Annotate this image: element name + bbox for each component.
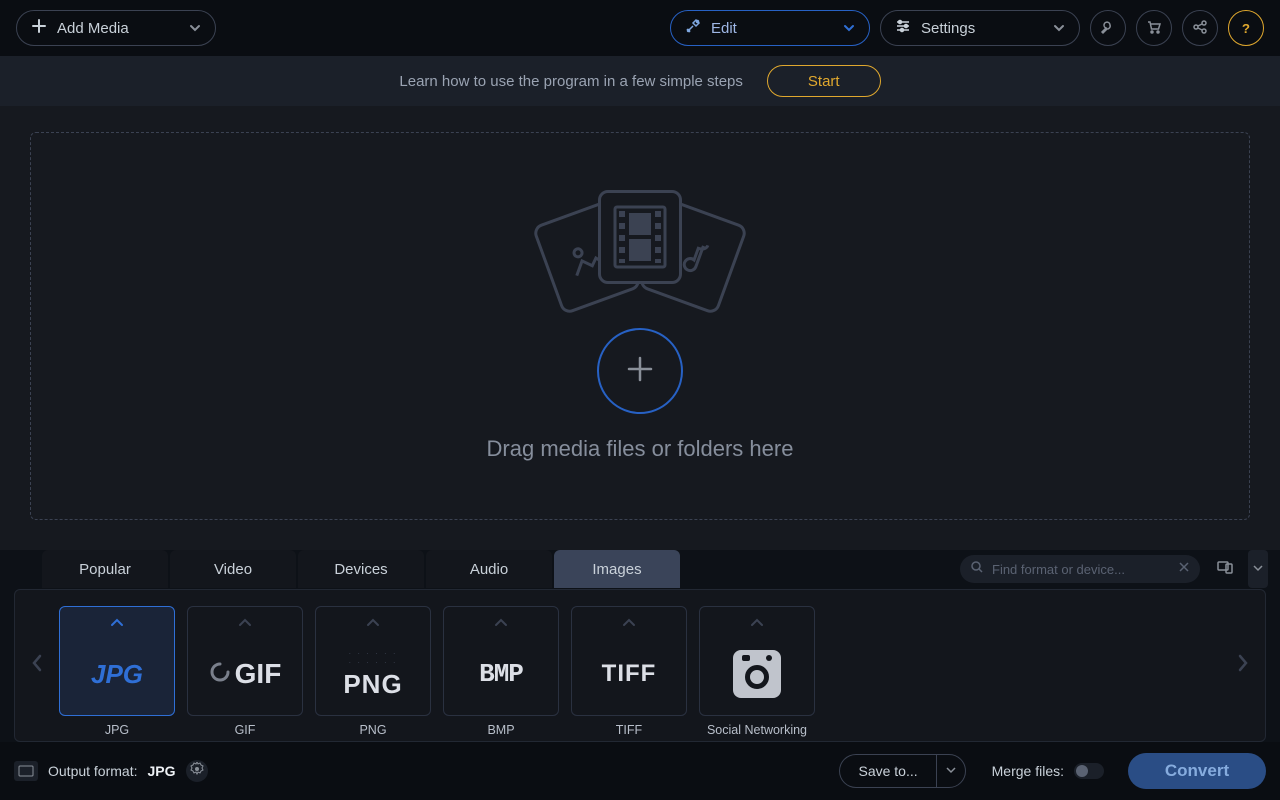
scroll-left-button[interactable] bbox=[25, 616, 49, 716]
category-tabs: Popular Video Devices Audio Images bbox=[0, 550, 1280, 588]
wrench-icon bbox=[1100, 19, 1116, 38]
topbar: Add Media Edit bbox=[0, 0, 1280, 56]
tab-audio[interactable]: Audio bbox=[426, 550, 552, 588]
tools-button[interactable] bbox=[1090, 10, 1126, 46]
format-label: GIF bbox=[235, 723, 256, 737]
png-logo: PNG bbox=[343, 669, 402, 700]
chevron-down-icon bbox=[1053, 22, 1065, 34]
chevron-down-icon bbox=[843, 22, 855, 34]
add-files-button[interactable] bbox=[597, 328, 683, 414]
tutorial-banner: Learn how to use the program in a few si… bbox=[0, 56, 1280, 106]
add-media-button[interactable]: Add Media bbox=[16, 10, 216, 46]
edit-button[interactable]: Edit bbox=[670, 10, 870, 46]
format-cards-area: JPG JPG GIF GIF bbox=[14, 589, 1266, 742]
format-panel: Popular Video Devices Audio Images bbox=[0, 550, 1280, 800]
cart-button[interactable] bbox=[1136, 10, 1172, 46]
format-search[interactable] bbox=[960, 555, 1200, 583]
chevron-up-icon bbox=[494, 615, 508, 633]
camera-icon bbox=[733, 650, 781, 698]
device-icon bbox=[1216, 558, 1234, 581]
save-to-dropdown-button[interactable] bbox=[936, 754, 966, 788]
chevron-up-icon bbox=[622, 615, 636, 633]
banner-text: Learn how to use the program in a few si… bbox=[399, 73, 743, 90]
tab-popular[interactable]: Popular bbox=[42, 550, 168, 588]
gear-icon bbox=[190, 762, 204, 781]
spinner-icon bbox=[209, 661, 231, 688]
output-format-value: JPG bbox=[147, 763, 175, 779]
format-label: TIFF bbox=[616, 723, 642, 737]
help-icon: ? bbox=[1242, 21, 1250, 36]
collapse-panel-button[interactable] bbox=[1248, 550, 1268, 588]
start-tutorial-button[interactable]: Start bbox=[767, 65, 881, 97]
gif-logo: GIF bbox=[235, 658, 282, 690]
settings-button[interactable]: Settings bbox=[880, 10, 1080, 46]
save-to-button[interactable]: Save to... bbox=[839, 754, 935, 788]
share-button[interactable] bbox=[1182, 10, 1218, 46]
chevron-left-icon bbox=[30, 653, 44, 678]
wrench-icon bbox=[685, 18, 701, 38]
cart-icon bbox=[1146, 19, 1162, 38]
merge-files-label: Merge files: bbox=[992, 763, 1064, 779]
bmp-logo: BMP bbox=[479, 659, 523, 689]
format-label: Social Networking bbox=[707, 723, 807, 737]
transparency-dots-icon: · · · · · ·· · · · · · bbox=[348, 649, 397, 667]
plus-icon bbox=[31, 18, 47, 38]
help-button[interactable]: ? bbox=[1228, 10, 1264, 46]
merge-files-toggle[interactable] bbox=[1074, 763, 1104, 779]
format-label: JPG bbox=[105, 723, 129, 737]
format-search-input[interactable] bbox=[992, 562, 1170, 577]
chevron-up-icon bbox=[110, 615, 124, 633]
bottombar: Output format: JPG Save to... Merge file… bbox=[0, 742, 1280, 800]
format-chip-icon bbox=[14, 761, 38, 781]
edit-label: Edit bbox=[711, 20, 737, 37]
dropzone[interactable]: Drag media files or folders here bbox=[30, 132, 1250, 520]
video-card-icon bbox=[598, 190, 682, 284]
add-media-label: Add Media bbox=[57, 20, 129, 37]
search-icon bbox=[970, 560, 984, 579]
tab-images[interactable]: Images bbox=[554, 550, 680, 588]
format-card-bmp[interactable]: BMP bbox=[443, 606, 559, 716]
chevron-up-icon bbox=[238, 615, 252, 633]
format-label: BMP bbox=[487, 723, 514, 737]
format-card-tiff[interactable]: TIFF bbox=[571, 606, 687, 716]
sliders-icon bbox=[895, 18, 911, 38]
format-card-png[interactable]: · · · · · ·· · · · · · PNG bbox=[315, 606, 431, 716]
plus-icon bbox=[623, 352, 657, 391]
tab-devices[interactable]: Devices bbox=[298, 550, 424, 588]
dropzone-text: Drag media files or folders here bbox=[487, 436, 794, 462]
format-card-social[interactable] bbox=[699, 606, 815, 716]
format-label: PNG bbox=[359, 723, 386, 737]
settings-label: Settings bbox=[921, 20, 975, 37]
output-device-button[interactable] bbox=[1210, 555, 1240, 583]
chevron-down-icon bbox=[189, 22, 201, 34]
chevron-down-icon bbox=[1253, 560, 1263, 578]
output-format-label: Output format: bbox=[48, 763, 137, 779]
clear-icon[interactable] bbox=[1178, 560, 1190, 578]
tiff-logo: TIFF bbox=[602, 660, 657, 688]
dropzone-illustration bbox=[515, 190, 765, 310]
chevron-right-icon bbox=[1236, 653, 1250, 678]
convert-button[interactable]: Convert bbox=[1128, 753, 1266, 789]
chevron-up-icon bbox=[366, 615, 380, 633]
format-card-jpg[interactable]: JPG bbox=[59, 606, 175, 716]
chevron-down-icon bbox=[946, 762, 956, 780]
scroll-right-button[interactable] bbox=[1231, 616, 1255, 716]
main-area: Drag media files or folders here bbox=[0, 106, 1280, 550]
format-card-gif[interactable]: GIF bbox=[187, 606, 303, 716]
jpg-logo: JPG bbox=[91, 659, 143, 690]
chevron-up-icon bbox=[750, 615, 764, 633]
format-settings-button[interactable] bbox=[186, 760, 208, 782]
tab-video[interactable]: Video bbox=[170, 550, 296, 588]
share-icon bbox=[1192, 19, 1208, 38]
